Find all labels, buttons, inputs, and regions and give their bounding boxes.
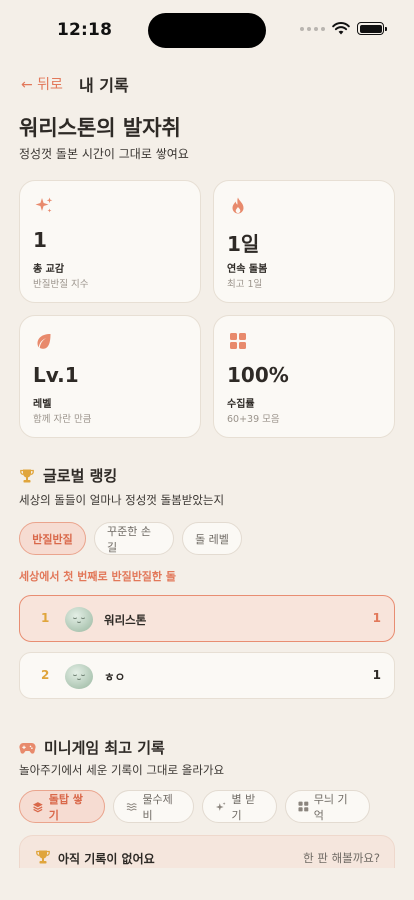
- stat-desc: 반질반질 지수: [33, 279, 89, 290]
- stat-label: 연속 돌봄: [227, 264, 268, 275]
- minigame-subtitle: 놀아주기에서 세운 기록이 그대로 올라가요: [19, 763, 225, 777]
- battery-icon: [357, 22, 387, 35]
- page-subtitle: 정성껏 돌본 시간이 그대로 쌓여요: [19, 147, 189, 161]
- tab-label: 꾸준한 손길: [107, 524, 151, 554]
- stat-desc: 최고 1일: [227, 279, 263, 290]
- tab-stone-tower[interactable]: 돌탑 쌓기: [19, 790, 105, 823]
- layers-icon: [32, 801, 43, 812]
- stat-value: 100%: [227, 363, 289, 387]
- stat-card-collection: 100% 수집률 60+39 모음: [213, 315, 395, 438]
- tab-shiny[interactable]: 반질반질: [19, 522, 86, 555]
- stat-desc: 60+39 모음: [227, 414, 280, 425]
- grid-icon: [298, 801, 309, 812]
- page-title: 워리스톤의 발자취: [19, 116, 181, 140]
- ranking-row[interactable]: 1 워리스톤 1: [19, 595, 395, 642]
- stat-value: Lv.1: [33, 363, 79, 387]
- ranking-header: 글로벌 랭킹: [19, 465, 117, 486]
- waves-icon: [126, 802, 137, 811]
- tab-label: 무늬 기억: [313, 792, 348, 822]
- tab-label: 물수제비: [142, 792, 173, 822]
- stat-card-streak: 1일 연속 돌봄 최고 1일: [213, 180, 395, 303]
- minigame-header: 미니게임 최고 기록: [19, 737, 165, 758]
- tab-catch-stars[interactable]: 별 받기: [202, 790, 277, 823]
- trophy-icon: [20, 469, 34, 482]
- empty-title: 아직 기록이 없어요: [58, 852, 155, 866]
- status-icons: [300, 22, 387, 35]
- grid-icon: [230, 333, 246, 349]
- dynamic-island: [148, 13, 266, 48]
- stat-value: 1: [33, 228, 47, 252]
- leaf-icon: [37, 334, 51, 349]
- ranking-caption: 세상에서 첫 번째로 반질반질한 돌: [19, 570, 176, 583]
- ranking-row[interactable]: 2 ㅎㅇ 1: [19, 652, 395, 699]
- rank-number: 1: [41, 611, 50, 625]
- tab-label: 돌탑 쌓기: [48, 792, 83, 822]
- stat-desc: 함께 자란 만큼: [33, 414, 92, 425]
- stat-card-level: Lv.1 레벨 함께 자란 만큼: [19, 315, 201, 438]
- gamepad-icon: [19, 742, 36, 754]
- sparkle-icon: [35, 197, 53, 213]
- nav-bar: ← 뒤로 내 기록: [21, 72, 129, 96]
- signal-icon: [300, 26, 325, 31]
- rank-score: 1: [372, 611, 381, 625]
- star-sparkle-icon: [215, 801, 226, 811]
- rank-name: 워리스톤: [104, 613, 147, 627]
- tab-label: 반질반질: [32, 532, 73, 546]
- wifi-icon: [332, 22, 350, 35]
- flame-icon: [232, 197, 244, 214]
- tab-label: 돌 레벨: [195, 532, 229, 546]
- tab-label: 별 받기: [231, 792, 256, 822]
- status-time: 12:18: [57, 20, 113, 40]
- stat-value: 1일: [227, 232, 260, 256]
- trophy-icon: [36, 850, 50, 864]
- stone-avatar-icon: [65, 664, 93, 689]
- rank-number: 2: [41, 668, 50, 682]
- stat-label: 레벨: [33, 399, 52, 410]
- tab-steady-care[interactable]: 꾸준한 손길: [94, 522, 174, 555]
- stat-card-total: 1 총 교감 반질반질 지수: [19, 180, 201, 303]
- bottom-fade: [0, 868, 414, 900]
- stat-label: 수집률: [227, 399, 255, 410]
- tab-stone-level[interactable]: 돌 레벨: [182, 522, 242, 555]
- stat-label: 총 교감: [33, 264, 65, 275]
- back-button[interactable]: ← 뒤로: [21, 74, 63, 94]
- nav-title: 내 기록: [78, 76, 129, 95]
- minigame-title: 미니게임 최고 기록: [44, 739, 165, 757]
- tab-pattern-memory[interactable]: 무늬 기억: [285, 790, 370, 823]
- rank-score: 1: [372, 668, 381, 682]
- status-bar: 12:18: [0, 0, 414, 60]
- ranking-subtitle: 세상의 돌들이 얼마나 정성껏 돌봄받았는지: [19, 493, 225, 507]
- tab-stone-skipping[interactable]: 물수제비: [113, 790, 194, 823]
- rank-name: ㅎㅇ: [104, 670, 126, 684]
- play-now-link[interactable]: 한 판 해볼까요?: [303, 850, 380, 866]
- ranking-title: 글로벌 랭킹: [43, 467, 118, 485]
- stone-avatar-icon: [65, 607, 93, 632]
